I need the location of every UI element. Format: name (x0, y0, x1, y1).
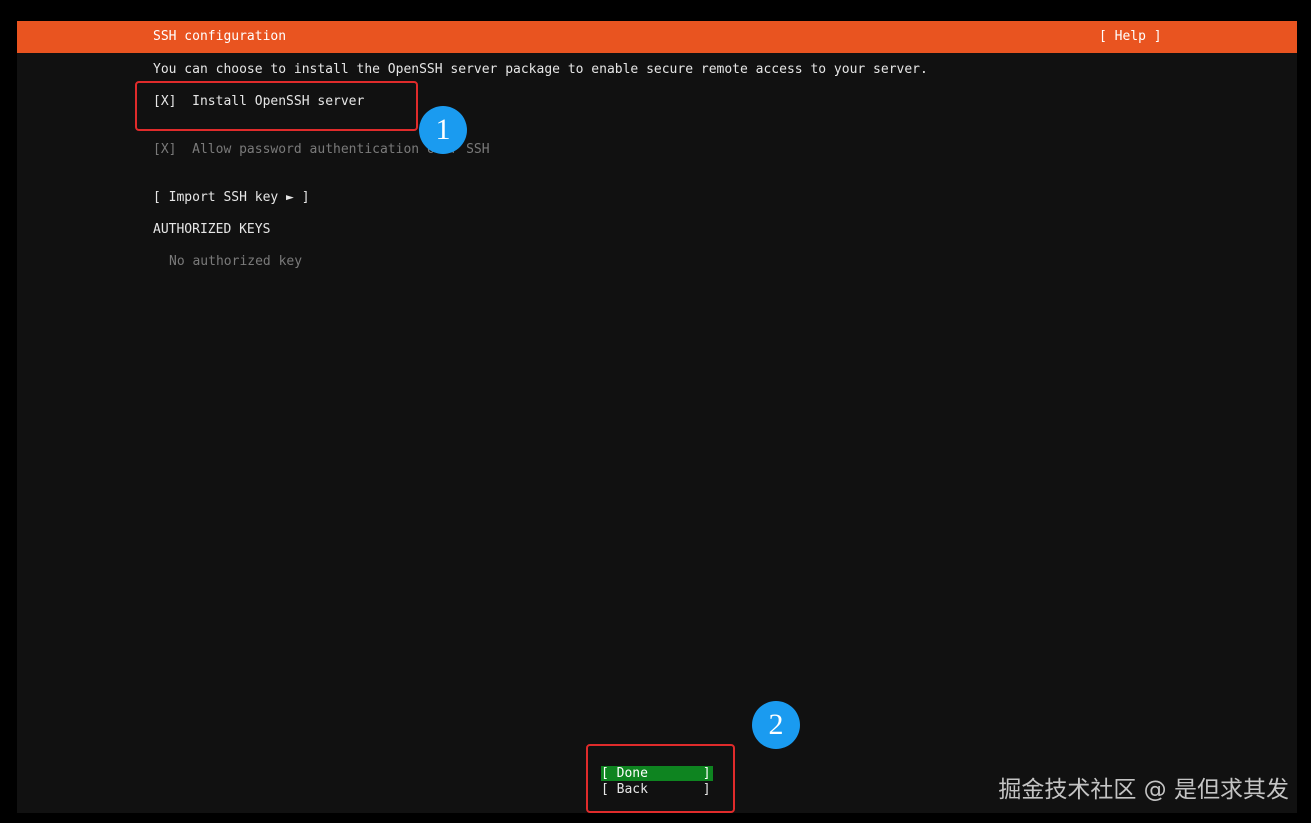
import-ssh-key-button[interactable]: [ Import SSH key ► ] (153, 190, 310, 206)
allow-password-checkbox[interactable]: [X] (153, 142, 176, 157)
help-button[interactable]: [ Help ] (1099, 29, 1162, 44)
installer-screen: SSH configuration [ Help ] You can choos… (17, 21, 1297, 813)
annotation-highlight-install (135, 81, 418, 131)
authorized-keys-heading: AUTHORIZED KEYS (153, 222, 271, 237)
annotation-badge-1: 1 (419, 106, 467, 154)
intro-text: You can choose to install the OpenSSH se… (153, 62, 928, 77)
page-title: SSH configuration (153, 29, 287, 44)
no-authorized-key-text: No authorized key (169, 254, 303, 269)
header-bar: SSH configuration [ Help ] (17, 21, 1297, 53)
annotation-highlight-done (586, 744, 735, 813)
annotation-badge-2: 2 (752, 701, 800, 749)
watermark: 掘金技术社区 @ 是但求其发 (998, 777, 1289, 803)
screenshot-frame: SSH configuration [ Help ] You can choos… (0, 0, 1311, 823)
